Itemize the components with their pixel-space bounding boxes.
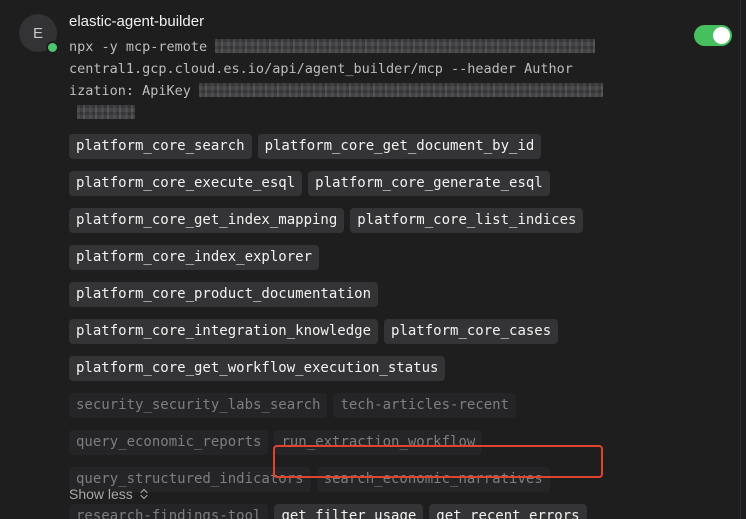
command-line-1: npx -y mcp-remote: [69, 36, 617, 58]
tool-list: platform_core_search platform_core_get_do…: [69, 134, 629, 519]
command-text-3: ization: ApiKey: [69, 83, 191, 99]
chevron-up-down-icon: [140, 488, 148, 500]
tool-chip-platform-core-integration-knowledge[interactable]: platform_core_integration_knowledge: [69, 319, 379, 344]
tool-chip-platform-core-index-explorer[interactable]: platform_core_index_explorer: [69, 245, 320, 270]
server-command: npx -y mcp-remote central1.gcp.cloud.es.…: [69, 36, 617, 124]
redacted-region-1: [215, 38, 596, 53]
tool-chip-search-economic-narratives[interactable]: search_economic_narratives: [316, 467, 550, 492]
tool-chip-research-findings-tool[interactable]: research-findings-tool: [69, 504, 269, 519]
server-name: elastic-agent-builder: [69, 13, 205, 30]
command-text-1: npx -y mcp-remote: [69, 39, 208, 55]
tool-chip-get-recent-errors[interactable]: get_recent_errors: [429, 504, 587, 519]
tool-chip-security-security-labs-search[interactable]: security_security_labs_search: [69, 393, 328, 418]
tool-chip-run-extraction-workflow[interactable]: run_extraction_workflow: [274, 430, 483, 455]
tool-chip-platform-core-list-indices[interactable]: platform_core_list_indices: [350, 208, 584, 233]
command-line-3: ization: ApiKey: [69, 80, 617, 102]
command-line-2: central1.gcp.cloud.es.io/api/agent_build…: [69, 58, 617, 80]
tool-chip-platform-core-cases[interactable]: platform_core_cases: [384, 319, 559, 344]
show-less-label: Show less: [69, 486, 133, 502]
tool-chip-tech-articles-recent[interactable]: tech-articles-recent: [333, 393, 517, 418]
tool-chip-platform-core-get-document-by-id[interactable]: platform_core_get_document_by_id: [257, 134, 542, 159]
tool-chip-get-filter-usage[interactable]: get_filter_usage: [274, 504, 424, 519]
redacted-region-2: [199, 82, 604, 97]
tool-chip-platform-core-execute-esql[interactable]: platform_core_execute_esql: [69, 171, 303, 196]
show-less-button[interactable]: Show less: [69, 486, 149, 502]
command-line-4: [69, 102, 617, 124]
redacted-region-3: [77, 104, 135, 119]
avatar-letter: E: [32, 24, 43, 42]
mcp-server-card: E elastic-agent-builder npx -y mcp-remot…: [0, 0, 741, 519]
tool-chip-platform-core-get-index-mapping[interactable]: platform_core_get_index_mapping: [69, 208, 345, 233]
toggle-knob: [713, 27, 730, 44]
server-enabled-toggle[interactable]: [694, 25, 732, 46]
tool-chip-query-economic-reports[interactable]: query_economic_reports: [69, 430, 269, 455]
tool-chip-platform-core-generate-esql[interactable]: platform_core_generate_esql: [308, 171, 550, 196]
command-text-2: central1.gcp.cloud.es.io/api/agent_build…: [69, 61, 573, 77]
connected-status-dot: [46, 41, 59, 54]
tool-chip-platform-core-get-workflow-execution-status[interactable]: platform_core_get_workflow_execution_sta…: [69, 356, 446, 381]
tool-chip-platform-core-product-documentation[interactable]: platform_core_product_documentation: [69, 282, 379, 307]
tool-chip-platform-core-search[interactable]: platform_core_search: [69, 134, 252, 159]
